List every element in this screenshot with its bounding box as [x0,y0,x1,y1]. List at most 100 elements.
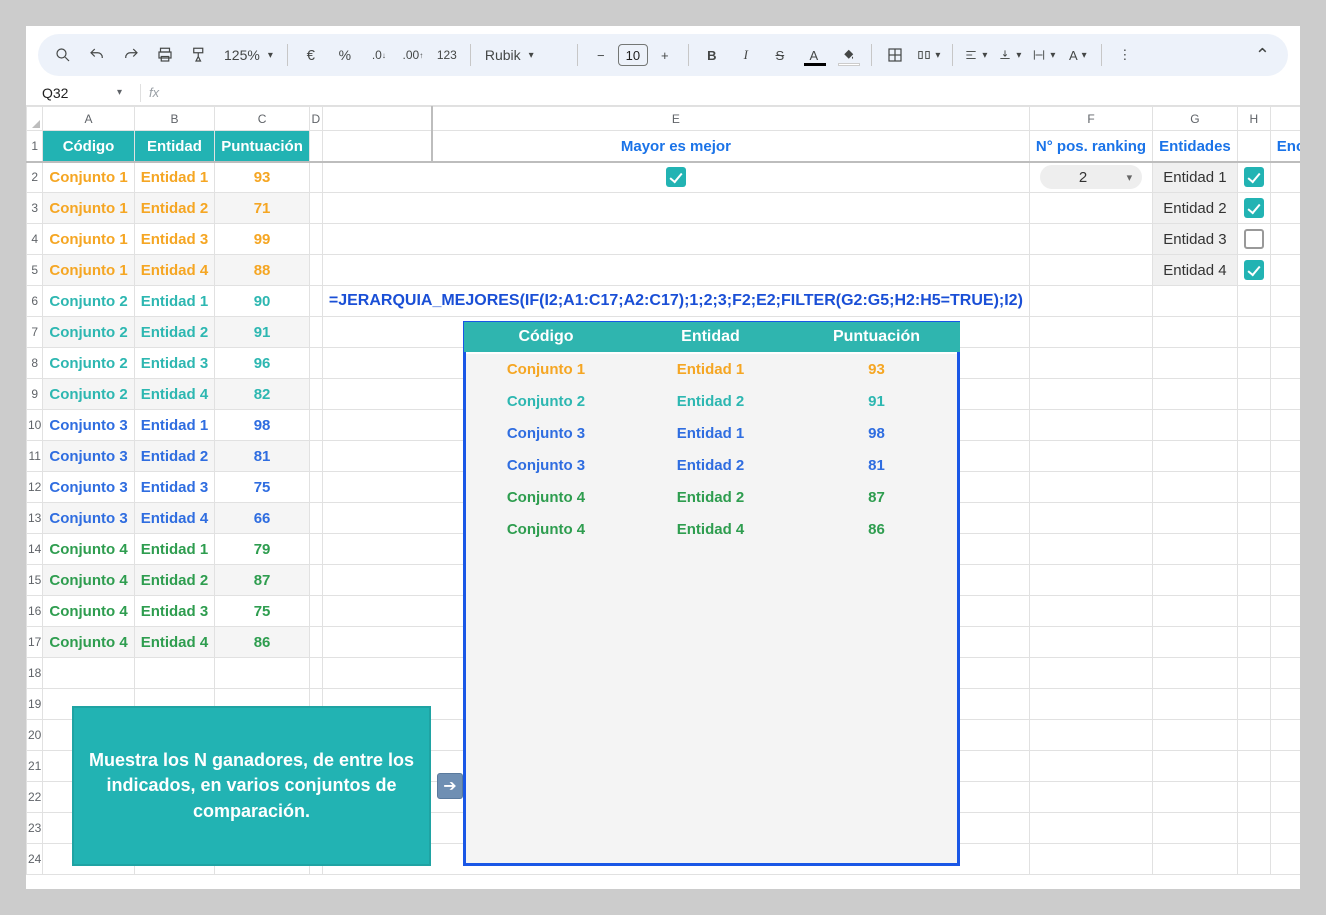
cell-F18[interactable] [1029,658,1152,689]
cell-D16[interactable] [309,596,322,627]
entidad-checkbox-2[interactable] [1244,198,1264,218]
cell-F2[interactable]: 2 [1029,162,1152,193]
cell-G6[interactable] [1153,286,1238,317]
fill-color-button[interactable] [833,40,863,70]
undo-icon[interactable] [82,40,112,70]
redo-icon[interactable] [116,40,146,70]
cell-I3[interactable] [1270,193,1300,224]
row-header-14[interactable]: 14 [27,534,43,565]
cell-B18[interactable] [134,658,215,689]
cell-C10[interactable]: 98 [215,410,310,441]
cell-A13[interactable]: Conjunto 3 [43,503,134,534]
vertical-align-button[interactable] [995,40,1025,70]
cell-C3[interactable]: 71 [215,193,310,224]
cell-H18[interactable] [1237,658,1270,689]
paint-format-icon[interactable] [184,40,214,70]
row-header-15[interactable]: 15 [27,565,43,596]
cell-A6[interactable]: Conjunto 2 [43,286,134,317]
horizontal-align-button[interactable] [961,40,991,70]
cell-F3[interactable] [1029,193,1152,224]
cell-H23[interactable] [1237,813,1270,844]
cell-G12[interactable] [1153,472,1238,503]
cell-D3[interactable] [309,193,322,224]
cell-D9[interactable] [309,379,322,410]
font-combo[interactable]: Rubik [479,40,569,70]
cell-I13[interactable] [1270,503,1300,534]
cell-C15[interactable]: 87 [215,565,310,596]
cell-G23[interactable] [1153,813,1238,844]
cell-D17[interactable] [309,627,322,658]
cell-H22[interactable] [1237,782,1270,813]
cell-I6[interactable] [1270,286,1300,317]
more-formats-button[interactable]: 123 [432,40,462,70]
cell-F4[interactable] [1029,224,1152,255]
cell-F19[interactable] [1029,689,1152,720]
cell-C11[interactable]: 81 [215,441,310,472]
col-header-I[interactable]: I [1270,107,1300,131]
cell-I10[interactable] [1270,410,1300,441]
cell-G10[interactable] [1153,410,1238,441]
cell-B17[interactable]: Entidad 4 [134,627,215,658]
cell-C16[interactable]: 75 [215,596,310,627]
cell-E4[interactable] [322,224,1029,255]
cell-C7[interactable]: 91 [215,317,310,348]
cell-G15[interactable] [1153,565,1238,596]
cell-H3[interactable] [1237,193,1270,224]
cell-I22[interactable] [1270,782,1300,813]
cell-C4[interactable]: 99 [215,224,310,255]
cell-D1[interactable] [309,131,322,162]
cell-I23[interactable] [1270,813,1300,844]
cell-C5[interactable]: 88 [215,255,310,286]
cell-B5[interactable]: Entidad 4 [134,255,215,286]
cell-D11[interactable] [309,441,322,472]
cell-H2[interactable] [1237,162,1270,193]
search-icon[interactable] [48,40,78,70]
cell-A12[interactable]: Conjunto 3 [43,472,134,503]
cell-E2[interactable] [322,162,1029,193]
cell-H5[interactable] [1237,255,1270,286]
row-header-2[interactable]: 2 [27,162,43,193]
cell-E5[interactable] [322,255,1029,286]
cell-G21[interactable] [1153,751,1238,782]
cell-I8[interactable] [1270,348,1300,379]
text-color-button[interactable]: A [799,40,829,70]
cell-B14[interactable]: Entidad 1 [134,534,215,565]
col-header-H[interactable]: H [1237,107,1270,131]
cell-H24[interactable] [1237,844,1270,875]
cell-B12[interactable]: Entidad 3 [134,472,215,503]
entidad-name-3[interactable]: Entidad 3 [1153,224,1238,255]
row-header-19[interactable]: 19 [27,689,43,720]
cell-G17[interactable] [1153,627,1238,658]
row-header-18[interactable]: 18 [27,658,43,689]
cell-B11[interactable]: Entidad 2 [134,441,215,472]
entidad-checkbox-3[interactable] [1244,229,1264,249]
cell-G16[interactable] [1153,596,1238,627]
cell-A8[interactable]: Conjunto 2 [43,348,134,379]
chevron-down-icon[interactable]: ▾ [117,87,122,98]
formula-input[interactable] [167,84,1300,102]
cell-A18[interactable] [43,658,134,689]
decrease-decimal-button[interactable]: .0↓ [364,40,394,70]
col-header-B[interactable]: B [134,107,215,131]
cell-D6[interactable] [309,286,322,317]
cell-F14[interactable] [1029,534,1152,565]
cell-H15[interactable] [1237,565,1270,596]
row-header-22[interactable]: 22 [27,782,43,813]
cell-I16[interactable] [1270,596,1300,627]
cell-B15[interactable]: Entidad 2 [134,565,215,596]
toolbar-overflow-icon[interactable]: ⌃ [1255,45,1278,66]
cell-B2[interactable]: Entidad 1 [134,162,215,193]
cell-C13[interactable]: 66 [215,503,310,534]
cell-H1[interactable] [1237,131,1270,162]
cell-D10[interactable] [309,410,322,441]
entidad-name-2[interactable]: Entidad 2 [1153,193,1238,224]
header-entidades[interactable]: Entidades [1153,131,1238,162]
zoom-combo[interactable]: 125% [218,40,279,70]
cell-D5[interactable] [309,255,322,286]
cell-D8[interactable] [309,348,322,379]
text-rotation-button[interactable]: A [1063,40,1093,70]
grid[interactable]: A B C D E F G H I 1CódigoEntidadPuntuaci… [26,106,1300,889]
cell-H9[interactable] [1237,379,1270,410]
cell-H14[interactable] [1237,534,1270,565]
cell-F17[interactable] [1029,627,1152,658]
